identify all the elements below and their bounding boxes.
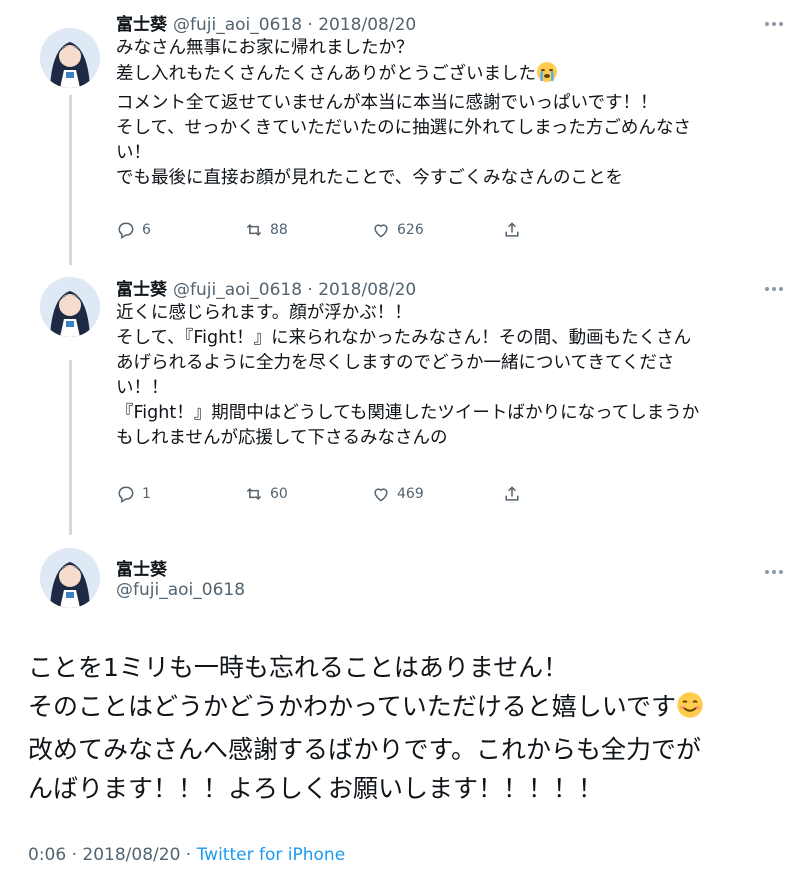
avatar[interactable] <box>40 277 100 337</box>
tweet[interactable]: 富士葵 @fuji_aoi_0618 · 2018/08/20 近くに感じられます… <box>0 265 800 525</box>
retweet-icon <box>246 223 262 237</box>
more-icon[interactable] <box>764 560 784 579</box>
tweet-line: そのことはどうかどうかわかっていただけると嬉しいです <box>28 687 788 730</box>
tweet-date[interactable]: 2018/08/20 <box>318 15 416 35</box>
tweet-time[interactable]: 0:06 <box>28 845 66 865</box>
like-button[interactable]: 626 <box>371 220 424 240</box>
tweet-source-link[interactable]: Twitter for iPhone <box>197 845 346 865</box>
tweet-line: んばります！！！よろしくお願いします！！！！！ <box>28 774 604 803</box>
tweet-header: 富士葵 @fuji_aoi_0618 · 2018/08/20 <box>116 10 416 35</box>
handle[interactable]: @fuji_aoi_0618 <box>116 580 245 600</box>
more-icon[interactable] <box>764 12 784 31</box>
smiling-face-emoji <box>676 691 704 730</box>
tweet-line: そして、『Fight！』に来られなかったみなさん！その間、動画もたくさん <box>116 328 692 348</box>
tweet-line: い！ <box>116 143 151 163</box>
tweet-line: 『Fight！』期間中はどうしても関連したツイートばかりになってしまうか <box>116 403 700 423</box>
display-name[interactable]: 富士葵 <box>116 280 167 300</box>
tweet-line: あげられるように全力を尽くしますのでどうか一緒についてきてくださ <box>116 353 675 373</box>
retweet-icon <box>246 487 262 501</box>
reply-count: 6 <box>142 222 151 238</box>
tweet-actions: 6 88 626 <box>116 220 536 244</box>
reply-count: 1 <box>142 486 151 502</box>
avatar[interactable] <box>40 548 100 608</box>
tweet-line: そして、せっかくきていただいたのに抽選に外れてしまった方ごめんなさ <box>116 118 691 138</box>
tweet-line: みなさん無事にお家に帰れましたか？ <box>116 38 414 58</box>
separator: · <box>302 15 319 35</box>
tweet-footer: 0:06 · 2018/08/20 · Twitter for iPhone <box>28 845 345 865</box>
like-count: 469 <box>397 486 424 502</box>
handle[interactable]: @fuji_aoi_0618 <box>173 280 302 300</box>
share-icon <box>505 486 519 501</box>
reply-button[interactable]: 6 <box>116 220 151 240</box>
tweet-line: ことを1ミリも一時も忘れることはありません！ <box>28 653 569 682</box>
tweet-date[interactable]: 2018/08/20 <box>82 845 180 865</box>
heart-icon <box>374 224 388 238</box>
reply-icon <box>118 222 134 239</box>
avatar[interactable] <box>40 28 100 88</box>
separator: · <box>180 845 197 865</box>
main-tweet-text: ことを1ミリも一時も忘れることはありません！ そのことはどうかどうかわかっていた… <box>28 648 788 808</box>
share-button[interactable] <box>502 220 528 240</box>
handle[interactable]: @fuji_aoi_0618 <box>173 15 302 35</box>
tweet-line: 差し入れもたくさんたくさんありがとうございました <box>116 61 781 91</box>
tweet-line: でも最後に直接お顔が見れたことで、今すごくみなさんのことを <box>116 168 623 188</box>
tweet-line: い！！ <box>116 378 169 398</box>
tweet-line: 近くに感じられます。顔が浮かぶ！！ <box>116 303 412 323</box>
display-name[interactable]: 富士葵 <box>116 15 167 35</box>
tweet-header: 富士葵 @fuji_aoi_0618 · 2018/08/20 <box>116 275 416 300</box>
share-icon <box>505 222 519 237</box>
more-icon[interactable] <box>764 277 784 296</box>
separator: · <box>66 845 83 865</box>
retweet-count: 88 <box>270 222 288 238</box>
like-button[interactable]: 469 <box>371 484 424 504</box>
share-button[interactable] <box>502 484 528 504</box>
tweet[interactable]: 富士葵 @fuji_aoi_0618 · 2018/08/20 みなさん無事にお家… <box>0 0 800 260</box>
heart-icon <box>374 488 388 502</box>
tweet-line: コメント全て返せていませんが本当に本当に感謝でいっぱいです！！ <box>116 93 658 113</box>
tweet-line: もしれませんが応援して下さるみなさんの <box>116 428 448 448</box>
tweet-date[interactable]: 2018/08/20 <box>318 280 416 300</box>
crying-face-emoji <box>536 61 558 91</box>
avatar-image <box>40 277 100 337</box>
avatar-image <box>40 28 100 88</box>
retweet-count: 60 <box>270 486 288 502</box>
reply-button[interactable]: 1 <box>116 484 151 504</box>
reply-icon <box>118 486 134 503</box>
avatar-image <box>40 548 100 608</box>
tweet-actions: 1 60 469 <box>116 484 536 508</box>
display-name[interactable]: 富士葵 <box>116 555 167 580</box>
tweet-text: 近くに感じられます。顔が浮かぶ！！ そして、『Fight！』に来られなかったみな… <box>116 301 781 451</box>
tweet-line: 改めてみなさんへ感謝するばかりです。これからも全力でが <box>28 735 702 764</box>
retweet-button[interactable]: 60 <box>244 484 288 504</box>
retweet-button[interactable]: 88 <box>244 220 288 240</box>
like-count: 626 <box>397 222 424 238</box>
separator: · <box>302 280 319 300</box>
tweet-text: みなさん無事にお家に帰れましたか？ 差し入れもたくさんたくさんありがとうございま… <box>116 36 781 191</box>
